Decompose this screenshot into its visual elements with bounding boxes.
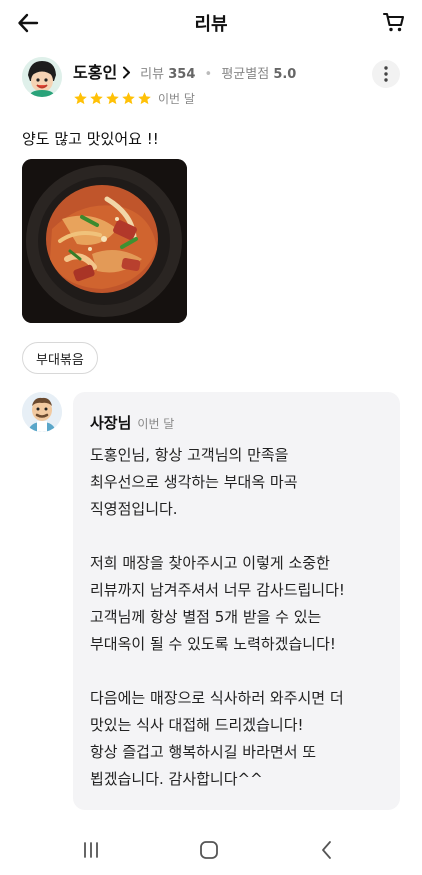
system-nav-bar [0, 825, 422, 875]
review-count-label: 리뷰 [140, 67, 165, 82]
star-icon [122, 92, 135, 105]
star-rating [73, 91, 152, 106]
reply-line [90, 658, 390, 685]
reply-line [90, 523, 390, 550]
reply-line: 도홍인님, 항상 고객님의 만족을 [90, 446, 289, 464]
reply-line: 뵙겠습니다. 감사합니다^^ [90, 770, 263, 788]
owner-avatar-image [22, 392, 62, 432]
reply-line: 고객님께 항상 별점 5개 받을 수 있는 [90, 608, 322, 626]
avg-rating-label: 평균별점 [221, 67, 270, 82]
recent-apps-icon [84, 842, 98, 858]
star-icon [138, 92, 151, 105]
owner-name: 사장님 [90, 414, 132, 432]
star-icon [74, 92, 87, 105]
menu-tag-chip[interactable]: 부대볶음 [22, 342, 98, 374]
more-options-button[interactable] [372, 60, 400, 88]
user-stats: 리뷰 354 • 평균별점 5.0 [140, 63, 296, 82]
reply-line: 부대옥이 될 수 있도록 노력하겠습니다! [90, 635, 336, 653]
reply-line: 최우선으로 생각하는 부대옥 마곡 [90, 473, 298, 491]
nav-back-icon [322, 841, 331, 859]
food-image [22, 159, 187, 323]
reply-line: 맛있는 식사 대접해 드리겠습니다! [90, 716, 304, 734]
cart-button[interactable] [380, 8, 408, 36]
review-photo[interactable] [22, 159, 187, 323]
review-date: 이번 달 [158, 92, 195, 106]
review-count: 354 [168, 67, 196, 82]
nav-back-button[interactable] [309, 837, 345, 863]
avg-rating: 5.0 [273, 67, 297, 82]
page-title: 리뷰 [194, 14, 228, 35]
owner-header: 사장님 이번 달 [90, 412, 174, 433]
meta-separator: • [204, 67, 213, 82]
reply-text: 도홍인님, 항상 고객님의 만족을 최우선으로 생각하는 부대옥 마곡 직영점입… [90, 442, 390, 793]
owner-reply: 사장님 이번 달 도홍인님, 항상 고객님의 만족을 최우선으로 생각하는 부대… [73, 392, 400, 810]
more-vertical-icon [384, 66, 388, 82]
reply-line: 직영점입니다. [90, 500, 178, 518]
star-icon [90, 92, 103, 105]
review-text: 양도 많고 맛있어요 !! [22, 130, 159, 148]
cart-icon [382, 12, 405, 32]
reply-line: 다음에는 매장으로 식사하러 와주시면 더 [90, 689, 344, 707]
chevron-right-icon[interactable] [122, 66, 131, 79]
user-avatar[interactable] [22, 57, 62, 97]
owner-avatar [22, 392, 62, 432]
rating-row: 이번 달 [73, 90, 195, 107]
reply-line: 저희 매장을 찾아주시고 이렇게 소중한 [90, 554, 330, 572]
app-header: 리뷰 [0, 0, 422, 44]
star-icon [106, 92, 119, 105]
recent-apps-button[interactable] [73, 837, 109, 863]
user-avatar-image [22, 57, 62, 97]
reply-line: 리뷰까지 남겨주셔서 너무 감사드립니다! [90, 581, 345, 599]
user-info-row: 도홍인 리뷰 354 • 평균별점 5.0 [73, 59, 296, 83]
home-button[interactable] [191, 837, 227, 863]
reply-line: 항상 즐겁고 행복하시길 바라면서 또 [90, 743, 317, 761]
home-icon [200, 841, 218, 859]
user-name[interactable]: 도홍인 [73, 59, 117, 83]
reply-date: 이번 달 [137, 417, 175, 431]
